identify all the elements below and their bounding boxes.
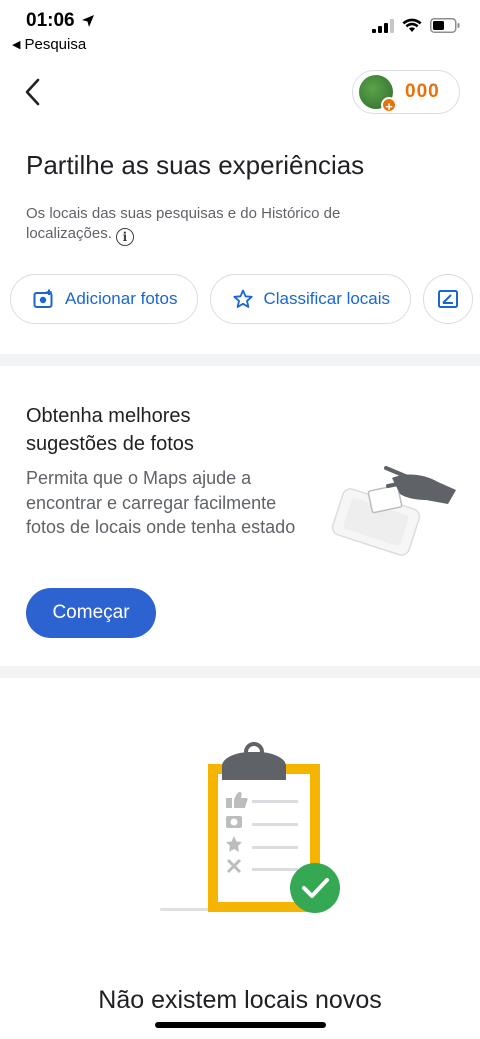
rate-places-chip[interactable]: Classificar locais — [210, 274, 412, 324]
suggestion-title: Obtenha melhores sugestões de fotos — [26, 405, 194, 455]
profile-points-chip[interactable]: + 000 — [352, 70, 460, 114]
add-photos-chip[interactable]: Adicionar fotos — [10, 274, 199, 324]
status-time: 01:06 — [26, 10, 95, 32]
add-icon: + — [381, 97, 397, 114]
location-arrow-icon — [81, 15, 94, 27]
wifi-icon — [402, 18, 422, 32]
back-arrow-icon — [25, 78, 40, 106]
section-divider — [0, 354, 480, 366]
subtitle-text: Os locais das suas pesquisas e do Histór… — [26, 205, 341, 242]
rate-places-label: Classificar locais — [263, 289, 391, 308]
suggestion-text: Permita que o Maps ajude a encontrar e c… — [26, 468, 296, 537]
action-chips: Adicionar fotos Classificar locais — [10, 274, 474, 324]
page-title: Partilhe as suas experiências — [26, 150, 365, 180]
home-indicator — [155, 1022, 326, 1028]
empty-state-title: Não existem locais novos — [98, 986, 382, 1014]
add-photo-icon — [33, 289, 53, 308]
back-app-label: Pesquisa — [24, 36, 87, 53]
time-label: 01:06 — [26, 10, 75, 31]
battery-icon — [430, 18, 460, 33]
back-button[interactable] — [14, 74, 50, 110]
page-subtitle: Os locais das suas pesquisas e do Histór… — [26, 204, 406, 246]
back-to-app-link[interactable]: ◀ Pesquisa — [12, 36, 86, 53]
edit-review-icon — [438, 290, 459, 308]
info-icon[interactable]: i — [115, 228, 134, 246]
points-value: 000 — [405, 81, 440, 102]
clipboard-checklist-illustration — [160, 742, 340, 913]
star-icon — [233, 289, 254, 308]
add-photos-label: Adicionar fotos — [65, 289, 178, 308]
back-triangle-icon: ◀ — [12, 39, 21, 51]
phone-upload-illustration — [331, 466, 456, 556]
cellular-signal-icon — [372, 18, 394, 33]
avatar: + — [359, 75, 397, 114]
start-button[interactable]: Começar — [26, 588, 156, 638]
section-divider-2 — [0, 666, 480, 678]
status-bar: 01:06 ◀ Pesquisa — [0, 0, 480, 60]
write-review-chip[interactable] — [423, 274, 474, 324]
status-icons — [372, 18, 460, 33]
